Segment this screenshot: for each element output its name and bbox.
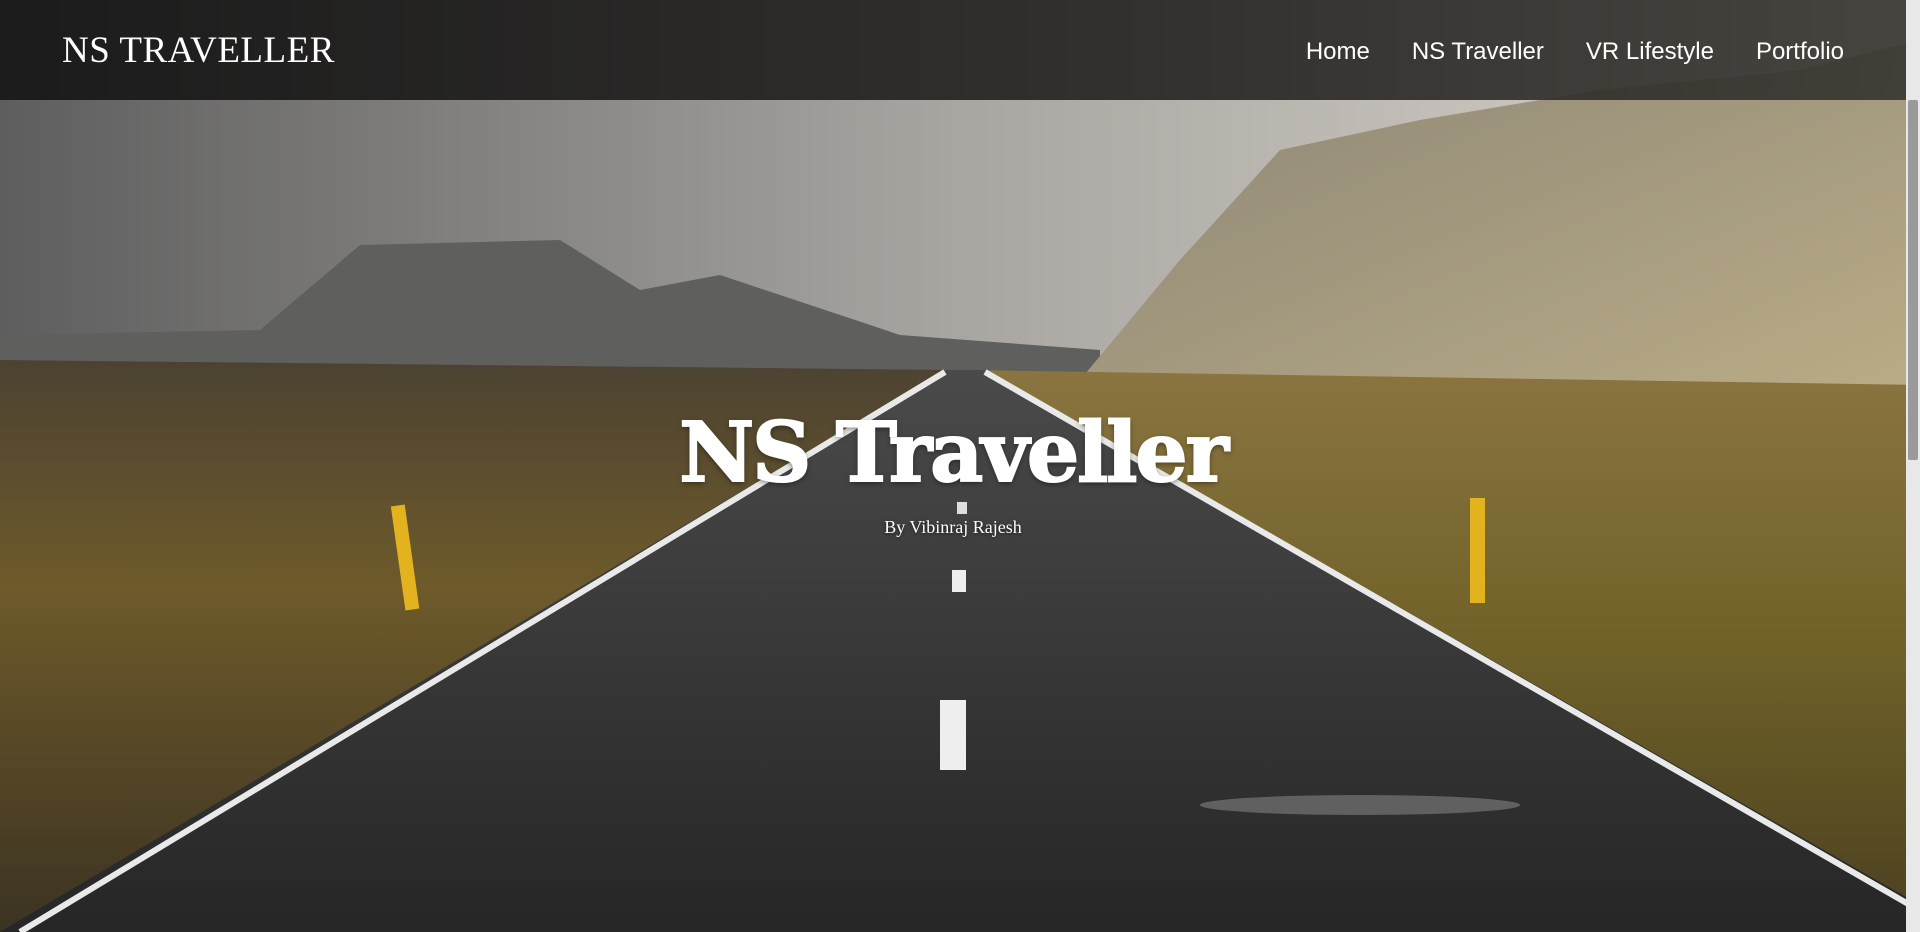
nav-link-ns-traveller[interactable]: NS Traveller bbox=[1412, 38, 1544, 65]
scrollbar-thumb[interactable] bbox=[1908, 100, 1918, 460]
nav-link-vr-lifestyle[interactable]: VR Lifestyle bbox=[1586, 38, 1714, 65]
navbar: NS TRAVELLER Home NS Traveller VR Lifest… bbox=[0, 0, 1906, 100]
nav-item-home: Home bbox=[1306, 38, 1370, 66]
hero-title: NS Traveller bbox=[678, 404, 1230, 502]
page: NS TRAVELLER Home NS Traveller VR Lifest… bbox=[0, 0, 1920, 932]
brand-logo-link[interactable]: NS TRAVELLER bbox=[62, 29, 335, 72]
nav-item-ns-traveller: NS Traveller bbox=[1412, 38, 1544, 66]
nav-link-portfolio[interactable]: Portfolio bbox=[1756, 38, 1844, 65]
hero-subtitle: By Vibinraj Rajesh bbox=[884, 517, 1022, 537]
nav-item-vr-lifestyle: VR Lifestyle bbox=[1586, 38, 1714, 66]
vertical-scrollbar[interactable] bbox=[1906, 0, 1920, 932]
nav-links: Home NS Traveller VR Lifestyle Portfolio bbox=[1306, 38, 1844, 66]
nav-link-home[interactable]: Home bbox=[1306, 38, 1370, 65]
hero-content: NS Traveller By Vibinraj Rajesh bbox=[0, 404, 1906, 538]
nav-item-portfolio: Portfolio bbox=[1756, 38, 1844, 66]
